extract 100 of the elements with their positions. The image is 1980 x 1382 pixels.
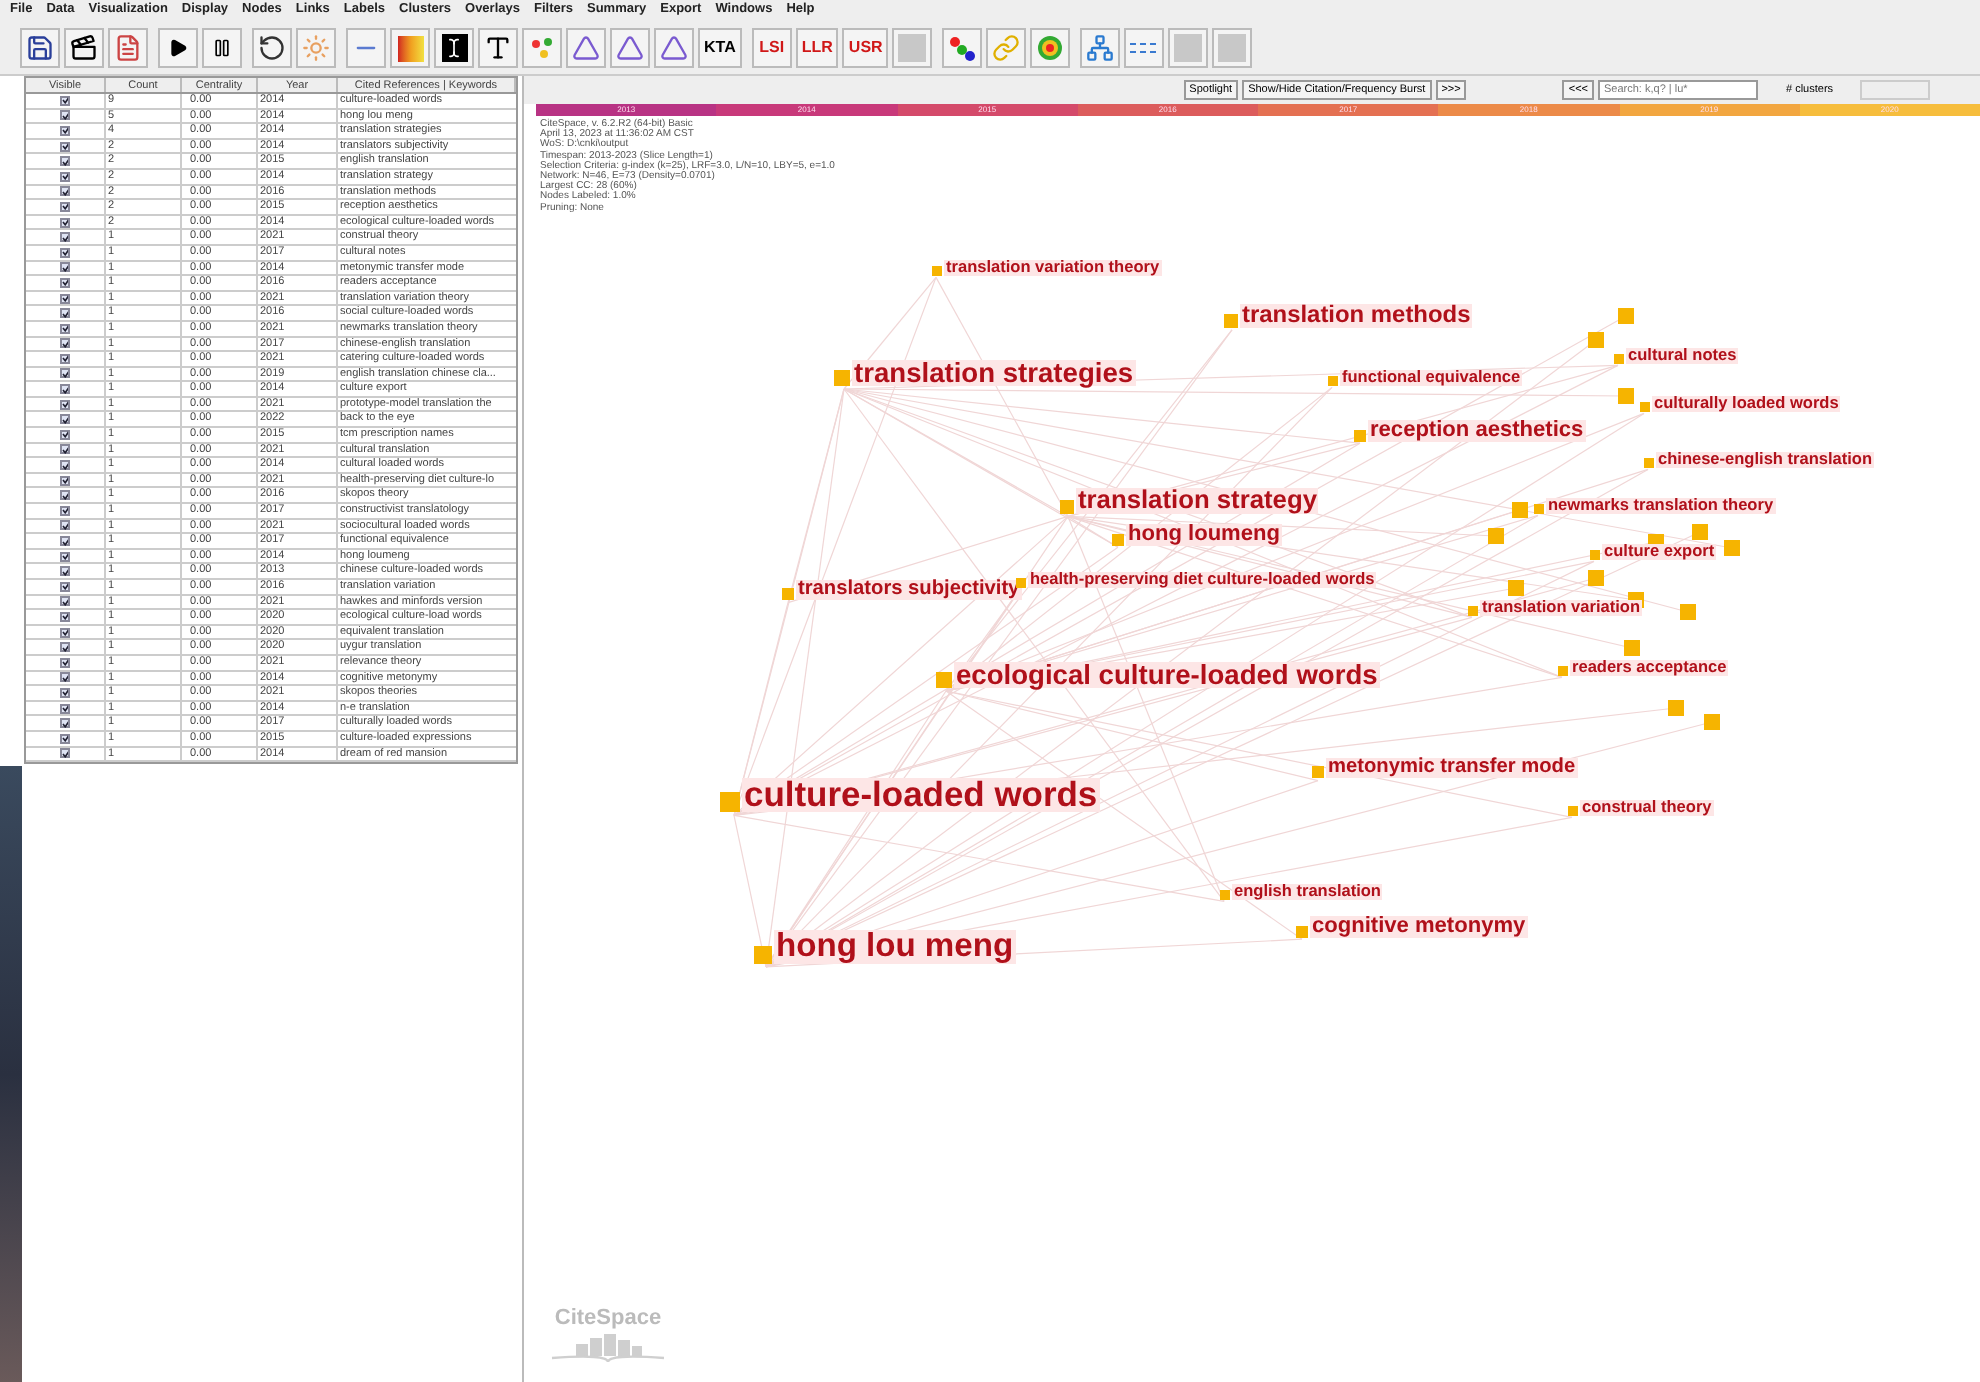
- node-square[interactable]: [1644, 457, 1654, 468]
- toolbar-button[interactable]: [64, 28, 104, 68]
- checkbox[interactable]: [60, 232, 70, 243]
- checkbox[interactable]: [60, 186, 70, 197]
- checkbox[interactable]: [60, 642, 70, 653]
- node-square[interactable]: [720, 792, 740, 813]
- dots-icon: [948, 34, 977, 62]
- network-icon: [1086, 34, 1115, 62]
- checkbox[interactable]: [60, 627, 70, 638]
- checkbox[interactable]: [60, 672, 70, 683]
- checkbox[interactable]: [60, 520, 70, 531]
- node-square[interactable]: [754, 945, 772, 964]
- node-square[interactable]: [1354, 429, 1366, 442]
- node-square[interactable]: [1680, 604, 1696, 620]
- checkbox[interactable]: [60, 277, 70, 288]
- checkbox[interactable]: [60, 399, 70, 410]
- node-square[interactable]: [1534, 503, 1544, 514]
- node-square[interactable]: [1060, 500, 1074, 515]
- checkbox[interactable]: [60, 171, 70, 182]
- toolbar-button[interactable]: [158, 28, 198, 68]
- node-square[interactable]: [1618, 308, 1634, 324]
- toolbar-button[interactable]: [252, 28, 292, 68]
- node-square[interactable]: [1704, 714, 1720, 730]
- checkbox[interactable]: [60, 718, 70, 729]
- checkbox[interactable]: [60, 596, 70, 607]
- toolbar-button[interactable]: [202, 28, 242, 68]
- triangle-icon: [660, 34, 688, 62]
- toolbar-button[interactable]: [434, 28, 474, 68]
- checkbox[interactable]: [60, 748, 70, 759]
- toolbar-button[interactable]: LLR: [795, 28, 839, 68]
- node-square[interactable]: [1508, 580, 1524, 596]
- node-square[interactable]: [1312, 766, 1324, 779]
- checkbox[interactable]: [60, 308, 70, 319]
- node-square[interactable]: [1724, 540, 1740, 556]
- node-square[interactable]: [1016, 577, 1026, 588]
- checkbox[interactable]: [60, 505, 70, 516]
- toolbar-button[interactable]: [478, 28, 518, 68]
- checkbox[interactable]: [60, 460, 70, 471]
- checkbox[interactable]: [60, 490, 70, 501]
- node-square[interactable]: [1588, 570, 1604, 586]
- node-square[interactable]: [1668, 700, 1684, 716]
- checkbox[interactable]: [60, 657, 70, 668]
- checkbox[interactable]: [60, 703, 70, 714]
- input-field[interactable]: [1860, 80, 1930, 100]
- node-square[interactable]: [1692, 524, 1708, 540]
- toolbar-button[interactable]: LSI: [751, 28, 792, 68]
- checkbox[interactable]: [60, 687, 70, 698]
- node-square[interactable]: [1624, 640, 1640, 656]
- toolbar-button[interactable]: [20, 28, 60, 68]
- node-label: reception aesthetics: [1368, 419, 1586, 442]
- checkbox[interactable]: [60, 733, 70, 744]
- checkbox[interactable]: [60, 384, 70, 395]
- toolbar-button[interactable]: KTA: [698, 28, 742, 68]
- checkbox[interactable]: [60, 262, 70, 273]
- checkbox[interactable]: [60, 247, 70, 258]
- node-square[interactable]: [834, 370, 850, 387]
- checkbox[interactable]: [60, 217, 70, 228]
- type-icon: [484, 34, 512, 62]
- node-square[interactable]: [932, 265, 942, 276]
- checkbox[interactable]: [60, 414, 70, 425]
- checkbox[interactable]: [60, 95, 70, 106]
- node-square[interactable]: [782, 588, 794, 601]
- checkbox[interactable]: [60, 581, 70, 592]
- checkbox[interactable]: [60, 141, 70, 152]
- checkbox[interactable]: [60, 536, 70, 547]
- dots-icon: [528, 34, 556, 62]
- node-square[interactable]: [1588, 332, 1604, 348]
- node-square[interactable]: [1512, 502, 1528, 518]
- node-square[interactable]: [1328, 375, 1338, 386]
- checkbox[interactable]: [60, 566, 70, 577]
- checkbox[interactable]: [60, 201, 70, 212]
- checkbox[interactable]: [60, 444, 70, 455]
- checkbox[interactable]: [60, 125, 70, 136]
- node-square[interactable]: [1568, 805, 1578, 816]
- checkbox[interactable]: [60, 323, 70, 334]
- node-square[interactable]: [1618, 388, 1634, 404]
- checkbox[interactable]: [60, 368, 70, 379]
- checkbox[interactable]: [60, 353, 70, 364]
- toolbar-button[interactable]: [942, 28, 983, 68]
- checkbox[interactable]: [60, 293, 70, 304]
- node-label: cultural notes: [1626, 347, 1739, 364]
- node-square[interactable]: [1112, 533, 1124, 546]
- node-square[interactable]: [1558, 665, 1568, 676]
- node-square[interactable]: [1220, 889, 1230, 900]
- node-square[interactable]: [936, 672, 952, 689]
- checkbox[interactable]: [60, 475, 70, 486]
- node-square[interactable]: [1224, 313, 1238, 328]
- node-square[interactable]: [1488, 528, 1504, 544]
- node-square[interactable]: [1590, 549, 1600, 560]
- node-square[interactable]: [1296, 925, 1308, 938]
- checkbox[interactable]: [60, 338, 70, 349]
- node-square[interactable]: [1614, 353, 1624, 364]
- checkbox[interactable]: [60, 551, 70, 562]
- checkbox[interactable]: [60, 110, 70, 121]
- node-square[interactable]: [1468, 605, 1478, 616]
- node-square[interactable]: [1640, 401, 1650, 412]
- checkbox[interactable]: [60, 156, 70, 167]
- checkbox[interactable]: [60, 611, 70, 622]
- checkbox[interactable]: [60, 429, 70, 440]
- toolbar-button[interactable]: USR: [842, 28, 889, 68]
